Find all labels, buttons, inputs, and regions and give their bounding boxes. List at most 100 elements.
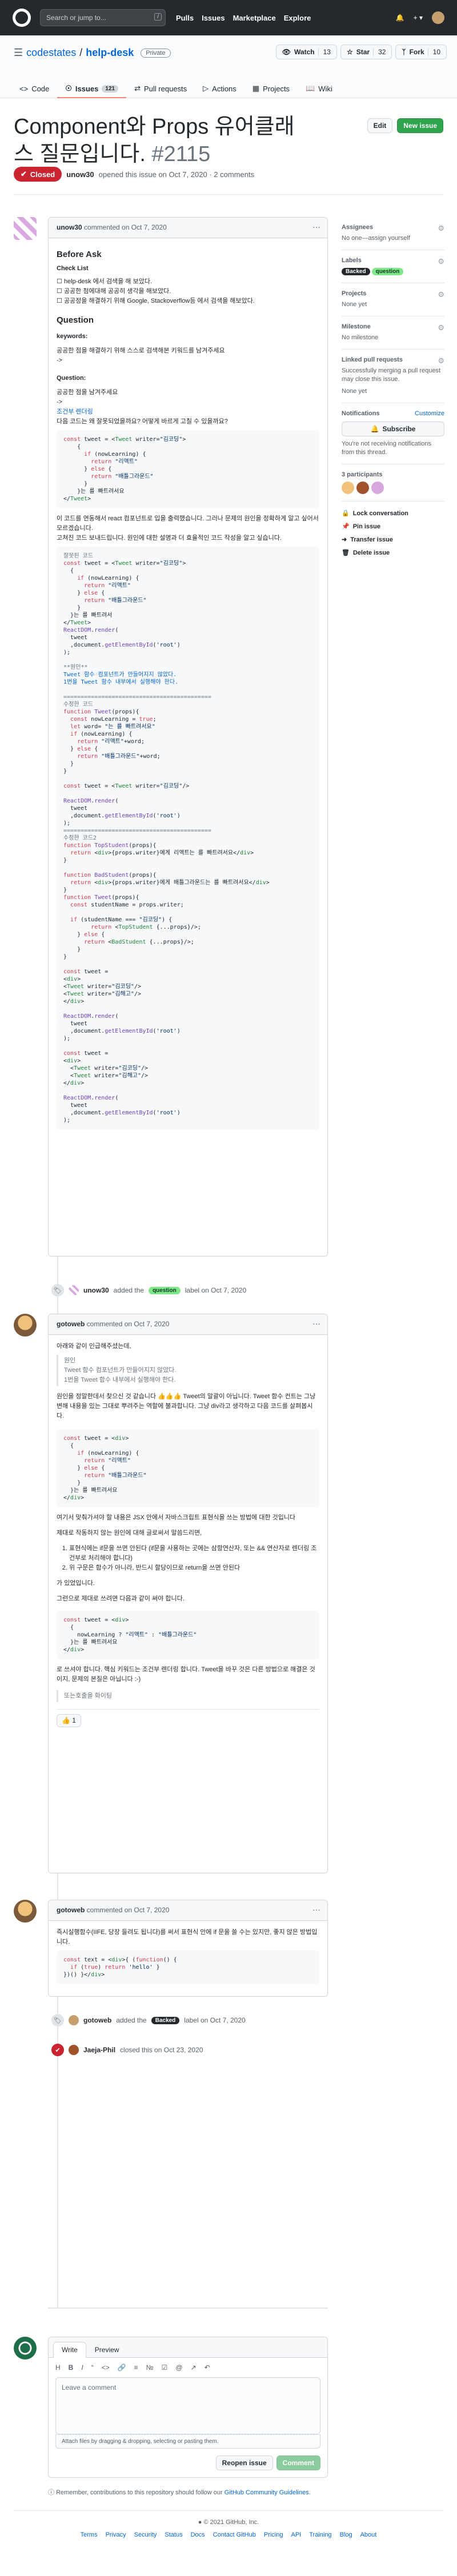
avatar[interactable] [69,2045,79,2055]
tab-write[interactable]: Write [53,2342,86,2358]
assignees-value[interactable]: No one—assign yourself [342,234,444,243]
issue-author[interactable]: unow30 [66,170,94,179]
comment-author[interactable]: gotoweb [57,1320,85,1328]
footer-link-status[interactable]: Status [165,2531,182,2538]
thumbs-up-reaction[interactable]: 👍 1 [57,1714,81,1727]
label-question[interactable]: question [371,268,404,275]
checkbox-icon[interactable]: ☐ [57,298,62,304]
lock-conversation[interactable]: 🔒 Lock conversation [342,509,444,517]
heading-icon[interactable]: H [55,2364,61,2372]
tab-code[interactable]: <> Code [11,80,57,98]
gear-icon[interactable]: ⚙ [438,257,444,266]
fork-button[interactable]: ᛉ Fork 10 [395,45,447,59]
more-options-icon[interactable]: ··· [312,1319,320,1328]
mention-icon[interactable]: @ [175,2364,182,2372]
plus-icon[interactable]: + ▾ [414,14,423,22]
footer-link-privacy[interactable]: Privacy [106,2531,126,2538]
new-issue-button[interactable]: New issue [397,118,443,133]
footer-link-security[interactable]: Security [134,2531,157,2538]
repo-name-link[interactable]: help-desk [86,47,134,59]
tab-pull-requests[interactable]: ⇄ Pull requests [126,80,195,98]
customize-link[interactable]: Customize [415,410,444,417]
attach-files-area[interactable]: Attach files by dragging & dropping, sel… [55,2434,320,2449]
avatar[interactable] [14,217,37,240]
avatar[interactable] [14,1900,37,1923]
subscribe-button[interactable]: 🔔 Subscribe [342,422,444,436]
nav-marketplace[interactable]: Marketplace [233,14,276,22]
label-backed[interactable]: Backed [342,268,370,275]
bold-icon[interactable]: B [69,2364,74,2372]
checkbox-icon[interactable]: ☐ [57,288,62,295]
footer-link-pricing[interactable]: Pricing [264,2531,283,2538]
nav-pulls[interactable]: Pulls [176,14,194,22]
pin-issue[interactable]: 📌 Pin issue [342,523,444,531]
star-button[interactable]: ☆ Star 32 [340,45,392,59]
task-list-icon[interactable]: ☑ [162,2364,168,2372]
footer-link-blog[interactable]: Blog [340,2531,352,2538]
nav-explore[interactable]: Explore [284,14,311,22]
more-options-icon[interactable]: ··· [312,1905,320,1914]
transfer-issue[interactable]: ➜ Transfer issue [342,536,444,544]
gear-icon[interactable]: ⚙ [438,323,444,332]
assignees-section[interactable]: Assignees ⚙ No one—assign yourself [342,217,444,250]
event-author[interactable]: gotoweb [83,2016,111,2024]
more-options-icon[interactable]: ··· [312,222,320,231]
search-input[interactable]: Search or jump to... / [40,9,166,26]
avatar[interactable] [69,2015,79,2025]
footer-link-api[interactable]: API [291,2531,301,2538]
delete-issue[interactable]: 🗑 Delete issue [342,549,444,557]
repo-owner-link[interactable]: codestates [26,47,76,59]
ordered-list-icon[interactable]: № [146,2364,154,2372]
avatar[interactable] [342,482,354,494]
tab-preview[interactable]: Preview [86,2342,128,2357]
gear-icon[interactable]: ⚙ [438,356,444,366]
gear-icon[interactable]: ⚙ [438,224,444,233]
milestone-section[interactable]: Milestone ⚙ No milestone [342,316,444,350]
tab-issues[interactable]: ☉ Issues 121 [57,80,127,98]
conditional-rendering-link[interactable]: 조건부 렌더링 [57,407,319,417]
list-item: 위 구문은 함수가 아니라, 반드시 할당이므로 return을 쓰면 안된다 [69,1563,319,1573]
watch-button[interactable]: 👁 Watch 13 [275,45,337,59]
footer-link-about[interactable]: About [360,2531,377,2538]
footer-link-training[interactable]: Training [309,2531,331,2538]
label-badge[interactable]: Backed [151,2016,180,2024]
label-badge[interactable]: question [149,1286,181,1294]
footer-link-terms[interactable]: Terms [81,2531,98,2538]
github-logo-icon[interactable] [13,9,31,27]
reference-icon[interactable]: ↗ [191,2364,197,2372]
projects-section[interactable]: Projects ⚙ None yet [342,283,444,316]
tab-wiki[interactable]: 📖 Wiki [298,80,340,98]
reply-icon[interactable]: ↶ [205,2364,210,2372]
guidelines-link[interactable]: GitHub Community Guidelines. [225,2489,311,2496]
checkbox-icon[interactable]: ☐ [57,278,62,285]
avatar[interactable] [69,1285,79,1295]
tab-projects[interactable]: ▦ Projects [244,80,298,98]
github-mark-icon[interactable]: ● [198,2519,202,2526]
code-icon[interactable]: <> [102,2364,110,2372]
avatar[interactable] [356,482,369,494]
bell-icon[interactable]: 🔔 [396,14,404,22]
edit-button[interactable]: Edit [367,118,393,133]
comment-author[interactable]: unow30 [57,223,82,231]
comment-button[interactable]: Comment [276,2455,320,2470]
italic-icon[interactable]: I [81,2364,83,2372]
quote-icon[interactable]: “ [91,2364,94,2372]
comment-textarea[interactable]: Leave a comment [55,2377,320,2434]
user-avatar[interactable] [432,11,444,24]
reopen-issue-button[interactable]: Reopen issue [215,2455,273,2470]
avatar[interactable] [371,482,384,494]
gear-icon[interactable]: ⚙ [438,290,444,299]
avatar[interactable] [14,1314,37,1337]
labels-section[interactable]: Labels ⚙ Backed question [342,250,444,283]
link-icon[interactable]: 🔗 [118,2364,126,2372]
nav-issues[interactable]: Issues [202,14,225,22]
footer-link-docs[interactable]: Docs [191,2531,205,2538]
linked-prs-section[interactable]: Linked pull requests ⚙ Successfully mergin… [342,350,444,403]
avatar[interactable] [14,2337,37,2360]
comment-author[interactable]: gotoweb [57,1906,85,1914]
tab-actions[interactable]: ▷ Actions [195,80,244,98]
event-author[interactable]: Jaeja-Phil [83,2046,115,2054]
footer-link-contact[interactable]: Contact GitHub [213,2531,256,2538]
unordered-list-icon[interactable]: ≡ [134,2364,138,2372]
event-author[interactable]: unow30 [83,1286,109,1294]
